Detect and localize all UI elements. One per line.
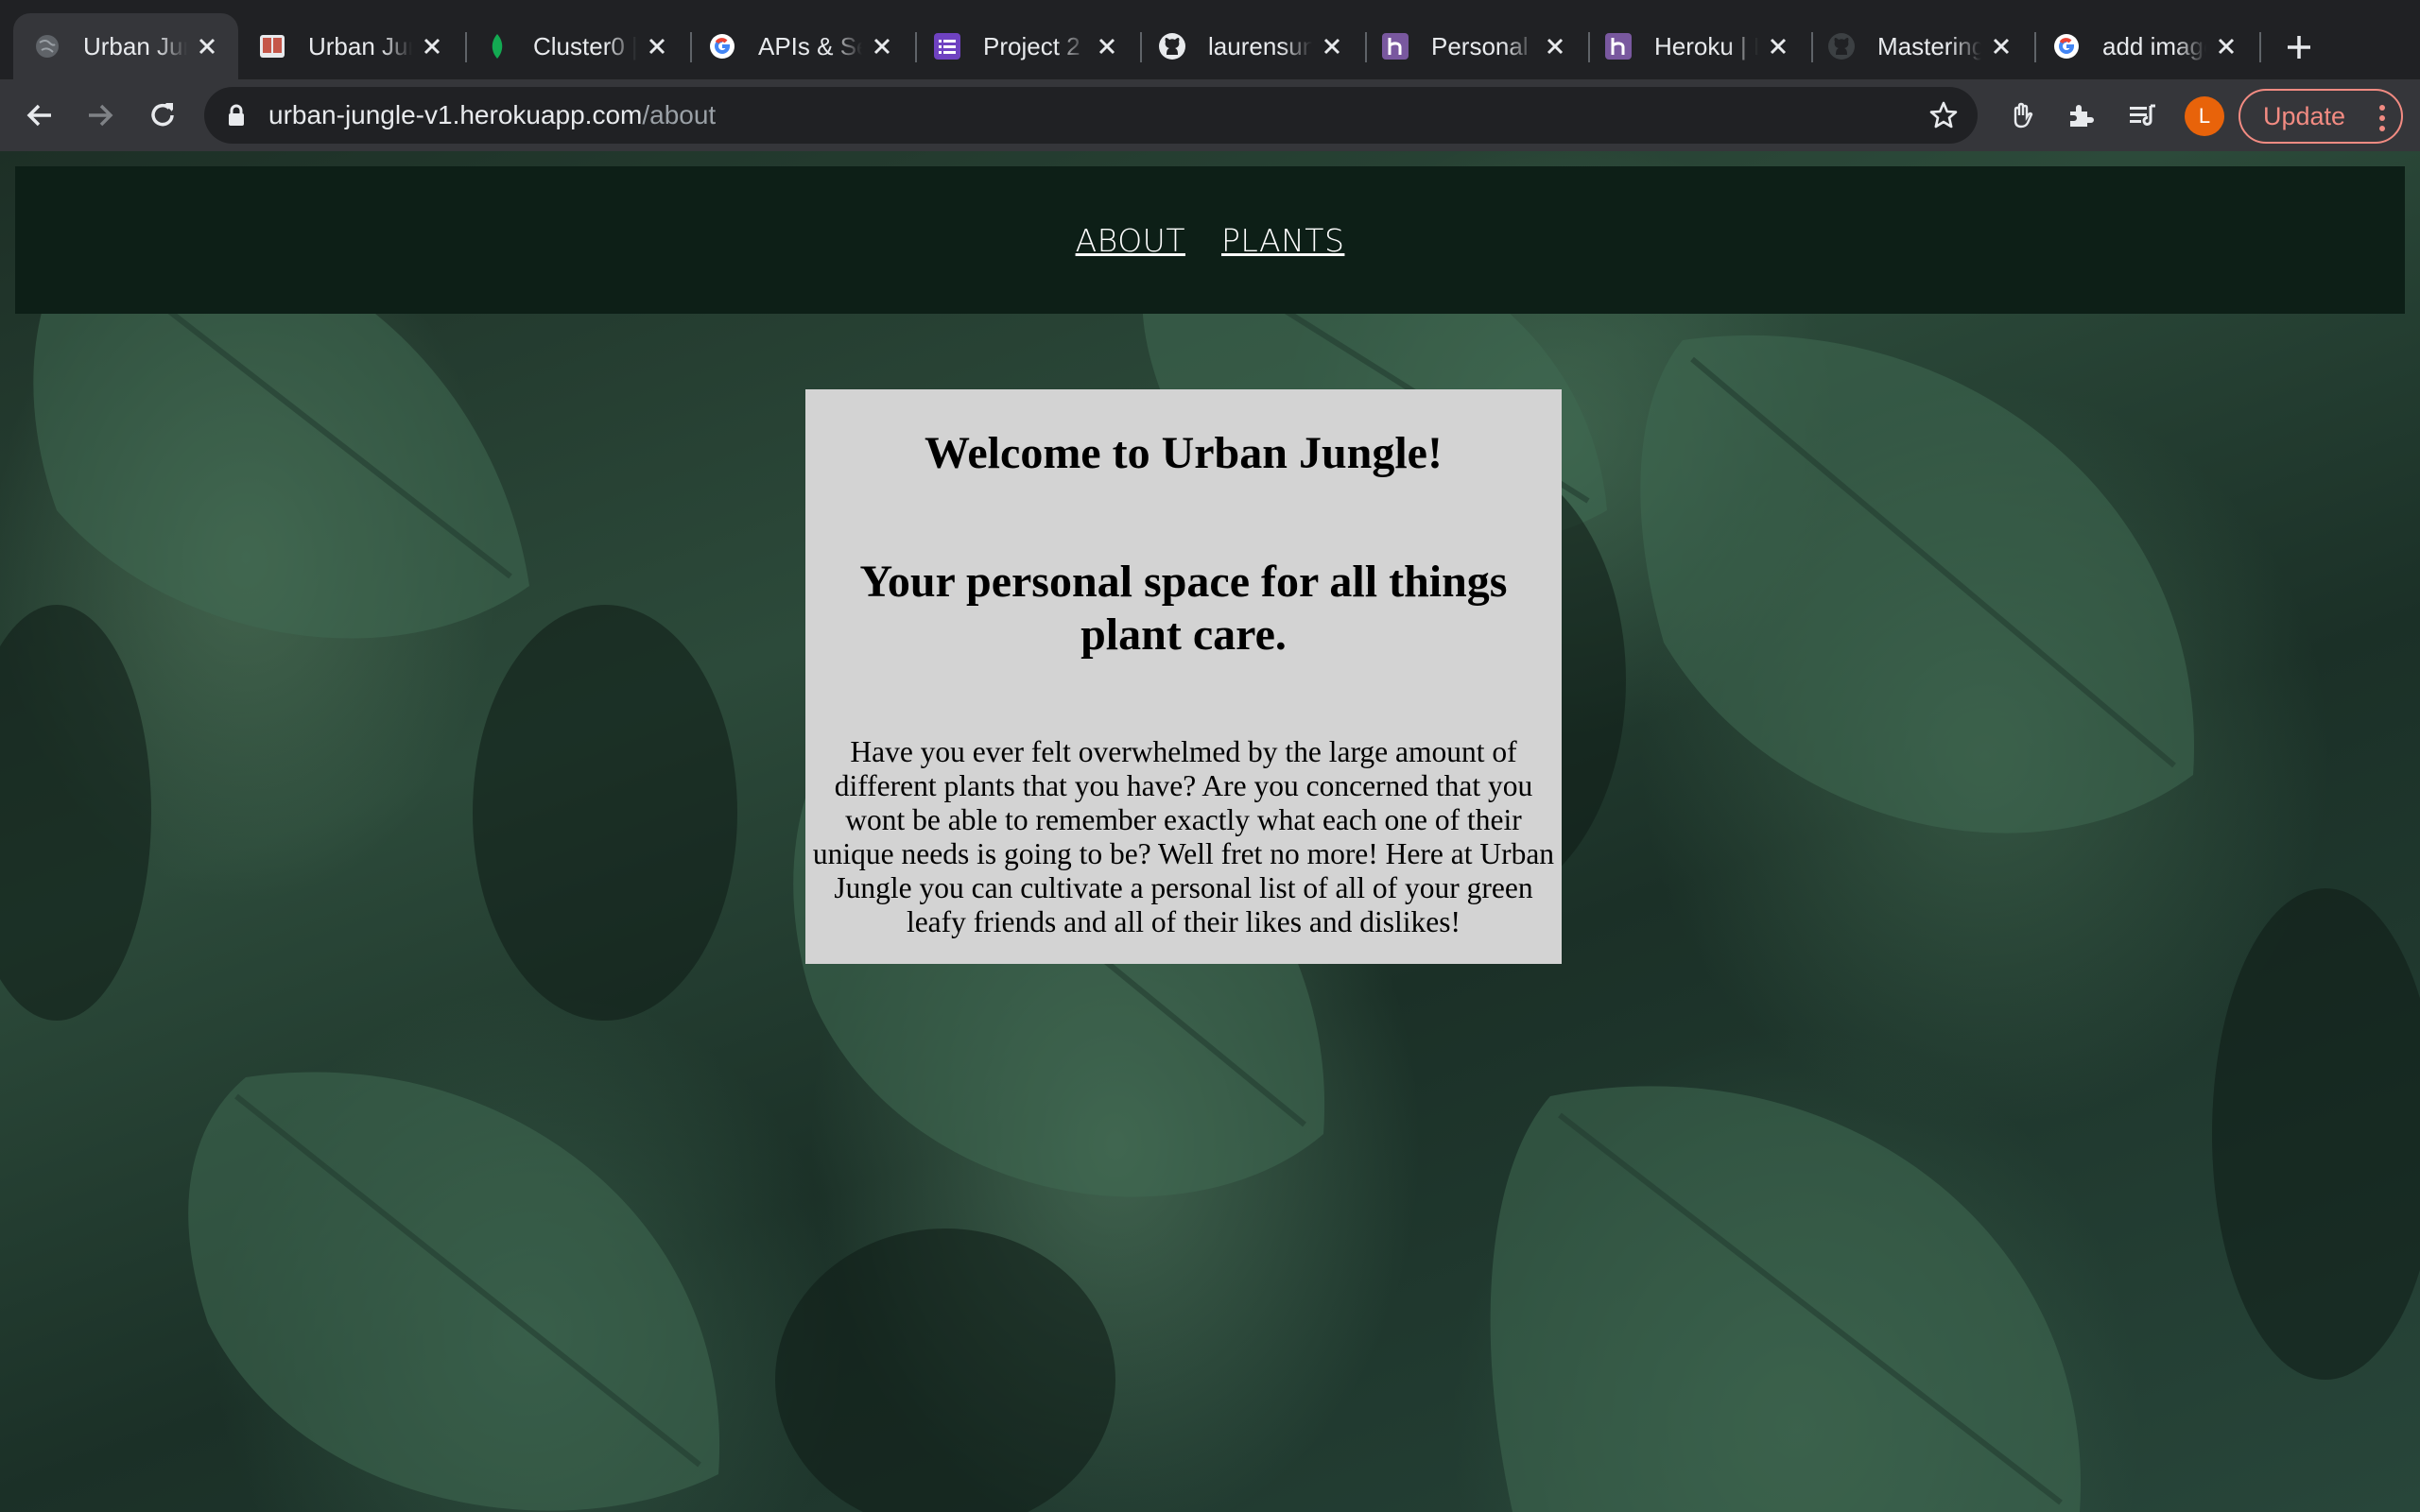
reload-icon bbox=[151, 103, 174, 127]
tab-strip: Urban Jungle Urban Jungle Cluster0 | Clo… bbox=[0, 0, 2420, 79]
tab-heroku-login[interactable]: Heroku | Login bbox=[1584, 13, 1809, 79]
welcome-subtitle: Your personal space for all things plant… bbox=[859, 557, 1508, 660]
plus-icon bbox=[2288, 36, 2310, 59]
update-label: Update bbox=[2263, 101, 2346, 130]
back-button[interactable] bbox=[15, 91, 64, 140]
tab-title: APIs & Services bbox=[758, 31, 862, 60]
tab-title: Project 2 bbox=[983, 31, 1080, 60]
google-icon bbox=[707, 31, 737, 61]
leaf-icon bbox=[482, 31, 512, 61]
close-icon[interactable] bbox=[643, 32, 671, 60]
url-path: /about bbox=[642, 100, 717, 129]
tab-title: add image bbox=[2102, 31, 2206, 60]
nav-link-about[interactable]: ABOUT bbox=[1076, 222, 1185, 259]
tab-title: laurensun bbox=[1208, 31, 1312, 60]
close-icon[interactable] bbox=[418, 32, 446, 60]
bookmark-star-icon[interactable] bbox=[1928, 100, 1959, 135]
site-navbar: ABOUT PLANTS bbox=[15, 166, 2405, 314]
tab-title: Urban Jungle bbox=[308, 31, 412, 60]
close-icon[interactable] bbox=[1541, 32, 1569, 60]
nav-link-plants[interactable]: PLANTS bbox=[1221, 222, 1344, 259]
extensions-puzzle-icon[interactable] bbox=[2059, 93, 2104, 138]
list-icon bbox=[932, 31, 962, 61]
tab-urban-jungle-active[interactable]: Urban Jungle bbox=[13, 13, 238, 79]
close-icon[interactable] bbox=[868, 32, 896, 60]
new-tab-button[interactable] bbox=[2280, 23, 2318, 72]
tab-laurensun[interactable]: laurensun bbox=[1138, 13, 1363, 79]
tab-title: Cluster0 | Cloud bbox=[533, 31, 637, 60]
heroku-icon bbox=[1603, 31, 1634, 61]
profile-avatar[interactable]: L bbox=[2185, 96, 2224, 136]
github-icon bbox=[1157, 31, 1187, 61]
page-viewport: ABOUT PLANTS Welcome to Urban Jungle! Yo… bbox=[0, 151, 2420, 1512]
welcome-title: Welcome to Urban Jungle! bbox=[925, 428, 1443, 478]
tab-apis-services[interactable]: APIs & Services bbox=[688, 13, 913, 79]
close-icon[interactable] bbox=[1764, 32, 1792, 60]
reload-button[interactable] bbox=[138, 91, 187, 140]
tab-project-2[interactable]: Project 2 bbox=[913, 13, 1138, 79]
url-host: urban-jungle-v1.herokuapp.com bbox=[268, 100, 643, 129]
menu-dots-icon bbox=[2378, 104, 2386, 139]
github-icon bbox=[1826, 31, 1857, 61]
tab-title: Mastering bbox=[1877, 31, 1981, 60]
tab-cluster0[interactable]: Cluster0 | Cloud bbox=[463, 13, 688, 79]
close-icon[interactable] bbox=[1093, 32, 1121, 60]
tab-mastering[interactable]: Mastering bbox=[1807, 13, 2032, 79]
welcome-description: Have you ever felt overwhelmed by the la… bbox=[812, 735, 1555, 938]
close-icon[interactable] bbox=[2212, 32, 2240, 60]
tab-title: Personal bbox=[1431, 31, 1529, 60]
lock-icon bbox=[227, 104, 246, 131]
google-icon bbox=[2051, 31, 2082, 61]
close-icon[interactable] bbox=[1318, 32, 1346, 60]
tab-urban-jungle[interactable]: Urban Jungle bbox=[238, 13, 463, 79]
address-bar[interactable]: urban-jungle-v1.herokuapp.com/about bbox=[204, 87, 1978, 144]
update-button[interactable]: Update bbox=[2238, 89, 2403, 144]
media-queue-icon[interactable] bbox=[2119, 93, 2165, 138]
tab-title: Heroku | Login bbox=[1654, 31, 1758, 60]
forward-button[interactable] bbox=[76, 91, 125, 140]
arrow-left-icon bbox=[26, 104, 51, 127]
welcome-card: Welcome to Urban Jungle! Your personal s… bbox=[805, 389, 1562, 964]
close-icon[interactable] bbox=[1987, 32, 2015, 60]
tab-separator bbox=[2259, 32, 2261, 62]
heroku-icon bbox=[1380, 31, 1410, 61]
tab-title: Urban Jungle bbox=[83, 31, 187, 60]
url-text: urban-jungle-v1.herokuapp.com/about bbox=[268, 100, 716, 130]
browser-toolbar: urban-jungle-v1.herokuapp.com/about L Up… bbox=[0, 79, 2420, 151]
book-icon bbox=[257, 31, 287, 61]
globe-icon bbox=[32, 31, 62, 61]
tab-personal[interactable]: Personal bbox=[1361, 13, 1586, 79]
tab-add-image[interactable]: add image bbox=[2032, 13, 2257, 79]
close-icon[interactable] bbox=[193, 32, 221, 60]
arrow-right-icon bbox=[89, 104, 113, 127]
extension-hand-icon[interactable] bbox=[2000, 93, 2046, 138]
